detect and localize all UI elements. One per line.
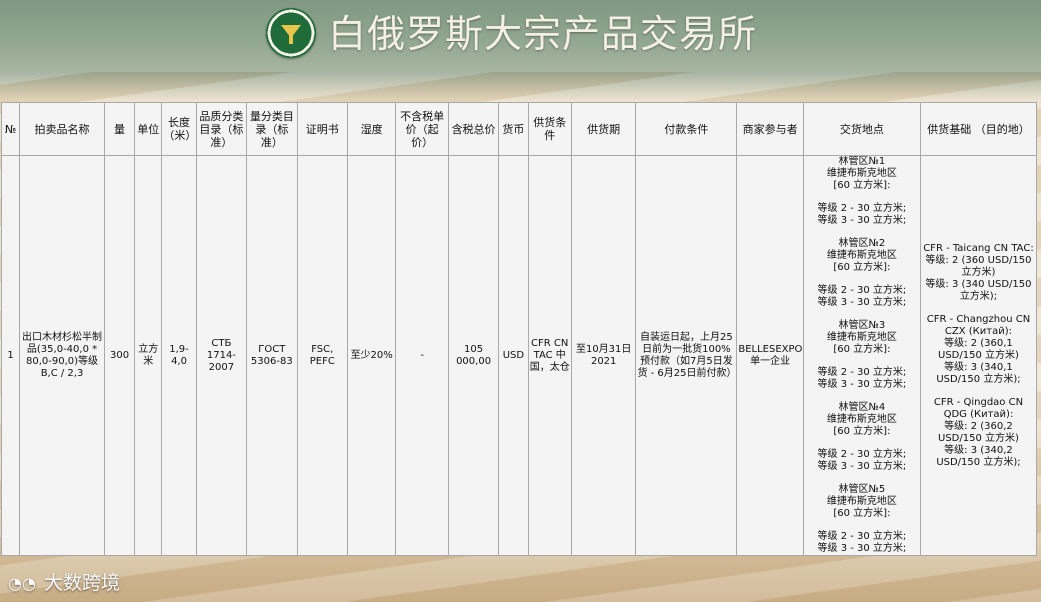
location-volume: [60 立方米]: xyxy=(833,426,891,437)
location-grade3: 等级 3 - 30 立方米; xyxy=(817,297,907,308)
col-header-currency: 货币 xyxy=(498,102,529,156)
col-header-unit: 单位 xyxy=(134,102,163,156)
basis-grade3: 等级: 3 (340,1 USD/150 立方米); xyxy=(936,361,1021,385)
cell-quality-std: СТБ 1714-2007 xyxy=(195,155,248,556)
basis-block: CFR - Taicang CN TAC: 等级: 2 (360 USD/150… xyxy=(922,243,1035,303)
basis-grade2: 等级: 2 (360 USD/150 立方米) xyxy=(925,254,1032,278)
page-title: 白俄罗斯大宗产品交易所 xyxy=(328,12,758,56)
watermark-logo: ◔◔ 大数跨境 xyxy=(8,568,120,598)
basis-grade3: 等级: 3 (340,2 USD/150 立方米); xyxy=(936,444,1021,468)
col-header-name: 拍卖品名称 xyxy=(19,102,105,156)
location-grade2: 等级 2 - 30 立方米; xyxy=(817,449,907,460)
cell-qty-std: ГОСТ 5306-83 xyxy=(246,155,298,556)
col-header-seller: 商家参与者 xyxy=(736,102,804,156)
col-header-no: № xyxy=(0,102,21,156)
col-header-length: 长度（米） xyxy=(161,102,197,156)
basis-block: CFR - Qingdao CN QDG (Китай): 等级: 2 (360… xyxy=(922,397,1035,469)
cell-delivery-period: 至10月31日2021 xyxy=(570,155,637,556)
col-header-delivery-period: 供货期 xyxy=(570,102,637,156)
location-block: 林管区№2 维捷布斯克地区 [60 立方米]: 等级 2 - 30 立方米; 等… xyxy=(805,238,919,309)
cell-cert: FSC, PEFC xyxy=(296,155,348,556)
location-block: 林管区№5 维捷布斯克地区 [60 立方米]: 等级 2 - 30 立方米; 等… xyxy=(805,484,919,555)
location-name: 林管区№1 xyxy=(838,156,886,168)
basis-grade2: 等级: 2 (360,2 USD/150 立方米) xyxy=(938,420,1019,444)
col-header-total: 含税总价 xyxy=(447,102,500,156)
watermark-text: 大数跨境 xyxy=(43,572,120,594)
basis-port: CFR - Qingdao CN QDG (Китай): xyxy=(933,396,1024,420)
location-region: 维捷布斯克地区 xyxy=(826,168,897,179)
cell-seller: BELLESEXPORT 单一企业 xyxy=(736,155,804,556)
col-header-delivery-terms: 供货条件 xyxy=(527,102,572,156)
location-name: 林管区№3 xyxy=(838,320,886,331)
cell-locations: 林管区№1 维捷布斯克地区 [60 立方米]: 等级 2 - 30 立方米; 等… xyxy=(802,155,921,556)
col-header-quality-std: 品质分类目录（标准） xyxy=(195,102,248,156)
col-header-payment: 付款条件 xyxy=(635,102,738,156)
cell-total: 105 000,00 xyxy=(447,155,500,556)
basis-port: CFR - Changzhou CN CZX (Китай): xyxy=(926,313,1031,337)
location-block: 林管区№3 维捷布斯克地区 [60 立方米]: 等级 2 - 30 立方米; 等… xyxy=(805,320,919,391)
cell-name: 出口木材杉松半制品(35,0-40,0 * 80,0-90,0)等级 B,C /… xyxy=(19,155,105,556)
cell-price: - xyxy=(395,155,449,556)
cell-delivery-terms: CFR CN TAC 中国，太仓 xyxy=(527,155,572,556)
logo-emblem-icon xyxy=(281,25,301,44)
location-grade3: 等级 3 - 30 立方米; xyxy=(817,379,907,390)
location-grade3: 等级 3 - 30 立方米; xyxy=(817,461,907,472)
location-volume: [60 立方米]: xyxy=(833,262,891,273)
exchange-logo-icon xyxy=(266,8,316,58)
col-header-qty: 量 xyxy=(103,102,136,156)
location-region: 维捷布斯克地区 xyxy=(826,332,897,343)
col-header-cert: 证明书 xyxy=(296,102,348,156)
cell-payment: 自装运日起，上月25日前为一批货100%预付款（如7月5日发货 - 6月25日前… xyxy=(635,155,738,556)
location-grade2: 等级 2 - 30 立方米; xyxy=(817,367,907,378)
location-grade3: 等级 3 - 30 立方米; xyxy=(817,543,907,554)
watermark-icon: ◔◔ xyxy=(8,574,36,593)
basis-port: CFR - Taicang CN TAC: xyxy=(923,242,1034,254)
location-volume: [60 立方米]: xyxy=(833,508,891,519)
location-block: 林管区№4 维捷布斯克地区 [60 立方米]: 等级 2 - 30 立方米; 等… xyxy=(805,402,919,473)
location-block: 林管区№1 维捷布斯克地区 [60 立方米]: 等级 2 - 30 立方米; 等… xyxy=(805,156,919,228)
location-grade3: 等级 3 - 30 立方米; xyxy=(817,215,907,226)
cell-basis: CFR - Taicang CN TAC: 等级: 2 (360 USD/150… xyxy=(919,155,1038,556)
location-region: 维捷布斯克地区 xyxy=(826,496,897,507)
location-volume: [60 立方米]: xyxy=(833,180,891,191)
col-header-price: 不含税单价（起价） xyxy=(395,102,449,156)
location-region: 维捷布斯克地区 xyxy=(826,414,897,425)
cell-unit: 立方米 xyxy=(134,155,163,556)
cell-qty: 300 xyxy=(103,155,136,556)
cell-no: 1 xyxy=(0,155,21,556)
cell-humidity: 至少20% xyxy=(346,155,397,556)
basis-grade3: 等级: 3 (340 USD/150 立方米); xyxy=(925,278,1032,302)
col-header-location: 交货地点 xyxy=(802,102,921,156)
col-header-basis: 供货基础 （目的地） xyxy=(919,102,1038,156)
location-region: 维捷布斯克地区 xyxy=(826,250,897,261)
location-grade2: 等级 2 - 30 立方米; xyxy=(817,531,907,542)
location-name: 林管区№4 xyxy=(838,402,886,413)
col-header-qty-std: 量分类目录（标准） xyxy=(246,102,298,156)
location-grade2: 等级 2 - 30 立方米; xyxy=(817,285,907,296)
basis-block: CFR - Changzhou CN CZX (Китай): 等级: 2 (3… xyxy=(922,314,1035,386)
location-grade2: 等级 2 - 30 立方米; xyxy=(817,203,907,214)
auction-table: № 拍卖品名称 量 单位 长度（米） 品质分类目录（标准） 量分类目录（标准） … xyxy=(0,102,1038,556)
table-row: 1 出口木材杉松半制品(35,0-40,0 * 80,0-90,0)等级 B,C… xyxy=(0,155,1038,556)
location-volume: [60 立方米]: xyxy=(833,344,891,355)
cell-length: 1,9-4,0 xyxy=(161,155,197,556)
location-name: 林管区№2 xyxy=(838,238,886,249)
table-header-row: № 拍卖品名称 量 单位 长度（米） 品质分类目录（标准） 量分类目录（标准） … xyxy=(0,102,1038,156)
col-header-humidity: 湿度 xyxy=(346,102,397,156)
cell-currency: USD xyxy=(498,155,529,556)
header-banner: 白俄罗斯大宗产品交易所 xyxy=(0,0,1041,72)
location-name: 林管区№5 xyxy=(838,484,886,495)
basis-grade2: 等级: 2 (360,1 USD/150 立方米) xyxy=(938,337,1019,361)
